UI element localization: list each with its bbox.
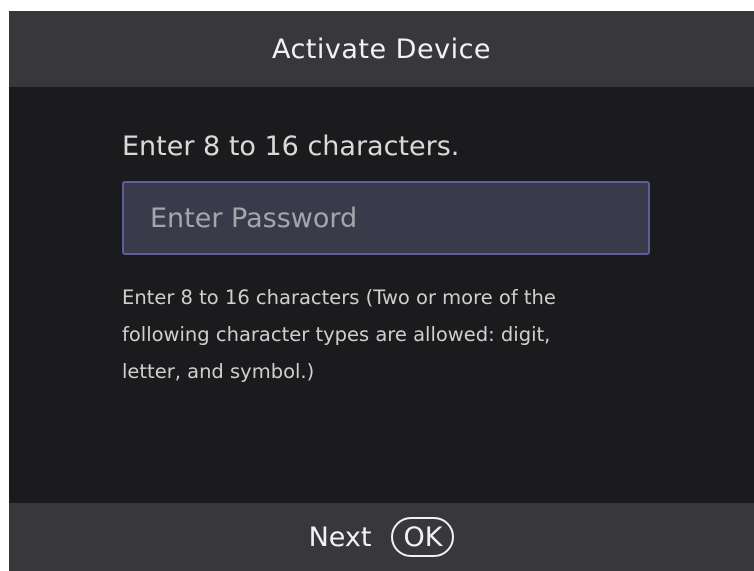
hint-line: letter, and symbol.) xyxy=(122,360,315,383)
password-placeholder: Enter Password xyxy=(150,202,358,234)
hint-line: Enter 8 to 16 characters (Two or more of… xyxy=(122,286,556,309)
password-rules-hint: Enter 8 to 16 characters (Two or more of… xyxy=(122,279,682,390)
hint-line: following character types are allowed: d… xyxy=(122,323,551,346)
activate-device-screen: Activate Device Enter 8 to 16 characters… xyxy=(9,11,754,571)
password-input[interactable]: Enter Password xyxy=(122,181,650,255)
password-length-prompt: Enter 8 to 16 characters. xyxy=(122,131,460,162)
ok-key-icon[interactable]: OK xyxy=(391,517,455,557)
next-label[interactable]: Next xyxy=(309,522,372,553)
header-bar: Activate Device xyxy=(9,11,754,87)
ok-key-label: OK xyxy=(403,521,443,553)
footer-bar: Next OK xyxy=(9,503,754,571)
page-title: Activate Device xyxy=(271,33,492,65)
